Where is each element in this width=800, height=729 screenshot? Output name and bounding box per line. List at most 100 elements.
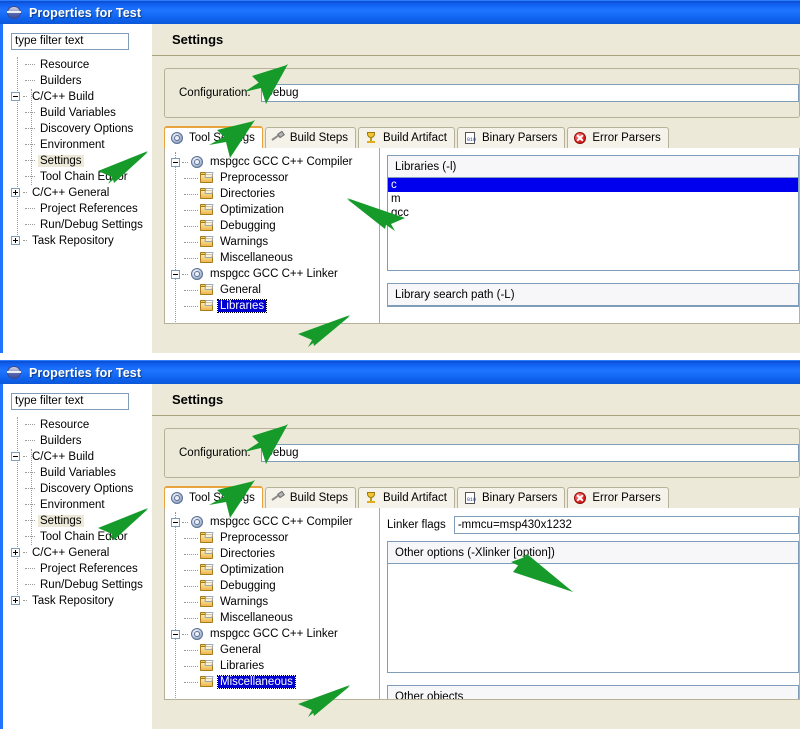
tab-build-artifact[interactable]: Build Artifact <box>358 487 455 508</box>
sidebar-item-c-c-build[interactable]: C/C++ Build <box>11 449 152 465</box>
title-bar[interactable]: Properties for Test <box>0 0 800 24</box>
tool-tree-warnings[interactable]: Warnings <box>171 234 379 250</box>
settings-sidebar: Resource Builders C/C++ Build Build Variabl… <box>0 384 152 729</box>
collapse-icon[interactable] <box>171 269 180 279</box>
tree-connector <box>23 96 27 97</box>
tab-error-parsers[interactable]: Error Parsers <box>567 127 669 148</box>
sidebar-item-c-c-build[interactable]: C/C++ Build <box>11 89 152 105</box>
tool-tree-mspgcc-gcc-c-compiler[interactable]: mspgcc GCC C++ Compiler <box>171 514 379 530</box>
tool-settings-tab-panel: mspgcc GCC C++ Compiler Preprocessor Direc… <box>164 508 800 700</box>
tool-tree-warnings[interactable]: Warnings <box>171 594 379 610</box>
tab-tool-settings[interactable]: Tool Settings <box>164 486 263 508</box>
sidebar-item-environment[interactable]: Environment <box>11 137 152 153</box>
tool-tree-miscellaneous[interactable]: Miscellaneous <box>171 610 379 626</box>
sidebar-item-settings[interactable]: Settings <box>11 513 152 529</box>
collapse-icon[interactable] <box>11 92 20 101</box>
tab-binary-parsers[interactable]: 010 Binary Parsers <box>456 487 566 508</box>
tool-tree-debugging[interactable]: Debugging <box>171 218 379 234</box>
configuration-input[interactable] <box>260 84 799 102</box>
sidebar-item-c-c-general[interactable]: C/C++ General <box>11 185 152 201</box>
tool-tree-libraries[interactable]: Libraries <box>171 658 379 674</box>
hammer-icon <box>271 490 285 505</box>
tab-label: Binary Parsers <box>481 132 558 144</box>
sidebar-item-label: Task Repository <box>32 594 114 607</box>
tool-tree-debugging[interactable]: Debugging <box>171 578 379 594</box>
collapse-icon[interactable] <box>171 517 180 527</box>
tool-tree-mspgcc-gcc-c-linker[interactable]: mspgcc GCC C++ Linker <box>171 266 379 282</box>
tree-connector <box>25 128 35 129</box>
sidebar-item-discovery-options[interactable]: Discovery Options <box>11 481 152 497</box>
sidebar-item-task-repository[interactable]: Task Repository <box>11 233 152 249</box>
tool-tree-directories[interactable]: Directories <box>171 546 379 562</box>
sidebar-item-label: Resource <box>40 418 90 431</box>
filter-input[interactable] <box>11 32 129 50</box>
tool-tree-mspgcc-gcc-c-compiler[interactable]: mspgcc GCC C++ Compiler <box>171 154 379 170</box>
tab-tool-settings[interactable]: Tool Settings <box>164 126 263 148</box>
sidebar-item-resource[interactable]: Resource <box>11 417 152 433</box>
tool-tree-preprocessor[interactable]: Preprocessor <box>171 170 379 186</box>
sidebar-item-resource[interactable]: Resource <box>11 57 152 73</box>
tool-tree-general[interactable]: General <box>171 282 379 298</box>
other-options-header: Other options (-Xlinker [option]) <box>388 542 798 564</box>
gear-icon <box>190 515 204 529</box>
library-item-c[interactable]: c <box>388 178 798 192</box>
tab-build-steps[interactable]: Build Steps <box>264 487 357 508</box>
tool-tree-mspgcc-gcc-c-linker[interactable]: mspgcc GCC C++ Linker <box>171 626 379 642</box>
expand-icon[interactable] <box>11 596 20 605</box>
linker-flags-input[interactable] <box>453 516 799 534</box>
tool-tree-optimization[interactable]: Optimization <box>171 202 379 218</box>
tool-tree-label: Libraries <box>220 660 265 672</box>
collapse-icon[interactable] <box>171 157 180 167</box>
sidebar-item-label: Environment <box>40 498 105 511</box>
library-item-gcc[interactable]: gcc <box>388 206 798 220</box>
sidebar-item-label: C/C++ Build <box>32 90 95 103</box>
tree-connector <box>25 504 35 505</box>
tab-error-parsers[interactable]: Error Parsers <box>567 487 669 508</box>
collapse-icon[interactable] <box>11 452 20 461</box>
sidebar-item-c-c-general[interactable]: C/C++ General <box>11 545 152 561</box>
sidebar-item-builders[interactable]: Builders <box>11 73 152 89</box>
sidebar-item-project-references[interactable]: Project References <box>11 561 152 577</box>
tree-connector <box>25 224 35 225</box>
expand-icon[interactable] <box>11 548 20 557</box>
sidebar-item-discovery-options[interactable]: Discovery Options <box>11 121 152 137</box>
filter-input[interactable] <box>11 392 129 410</box>
configuration-input[interactable] <box>260 444 799 462</box>
tool-tree-miscellaneous[interactable]: Miscellaneous <box>171 250 379 266</box>
expand-icon[interactable] <box>11 236 20 245</box>
tool-tree-directories[interactable]: Directories <box>171 186 379 202</box>
tool-tree-optimization[interactable]: Optimization <box>171 562 379 578</box>
title-bar[interactable]: Properties for Test <box>0 360 800 384</box>
linker-libraries-options: Libraries (-l) c m gcc Library search path… <box>380 148 799 323</box>
library-item-m[interactable]: m <box>388 192 798 206</box>
tab-build-steps[interactable]: Build Steps <box>264 127 357 148</box>
tool-tree-label: Optimization <box>220 564 284 576</box>
sidebar-item-builders[interactable]: Builders <box>11 433 152 449</box>
sidebar-item-task-repository[interactable]: Task Repository <box>11 593 152 609</box>
sidebar-item-tool-chain-editor[interactable]: Tool Chain Editor <box>11 169 152 185</box>
tool-tree-general[interactable]: General <box>171 642 379 658</box>
tool-tree-label: Warnings <box>220 596 269 608</box>
sidebar-item-environment[interactable]: Environment <box>11 497 152 513</box>
sidebar-item-run-debug-settings[interactable]: Run/Debug Settings <box>11 577 152 593</box>
libraries-list[interactable]: c m gcc <box>388 178 798 270</box>
sidebar-item-tool-chain-editor[interactable]: Tool Chain Editor <box>11 529 152 545</box>
sidebar-item-label: C/C++ General <box>32 186 110 199</box>
collapse-icon[interactable] <box>171 629 180 639</box>
sidebar-item-project-references[interactable]: Project References <box>11 201 152 217</box>
sidebar-item-label: Environment <box>40 138 105 151</box>
tool-tree-preprocessor[interactable]: Preprocessor <box>171 530 379 546</box>
globe-icon <box>7 5 22 20</box>
sidebar-item-settings[interactable]: Settings <box>11 153 152 169</box>
sidebar-item-label: Build Variables <box>40 106 116 119</box>
sidebar-item-build-variables[interactable]: Build Variables <box>11 105 152 121</box>
other-options-list[interactable] <box>388 564 798 672</box>
sidebar-item-run-debug-settings[interactable]: Run/Debug Settings <box>11 217 152 233</box>
tab-build-artifact[interactable]: Build Artifact <box>358 127 455 148</box>
tool-tree-label: Miscellaneous <box>217 675 296 689</box>
tool-tree-miscellaneous[interactable]: Miscellaneous <box>171 674 379 690</box>
sidebar-item-build-variables[interactable]: Build Variables <box>11 465 152 481</box>
tool-tree-libraries[interactable]: Libraries <box>171 298 379 314</box>
expand-icon[interactable] <box>11 188 20 197</box>
tab-binary-parsers[interactable]: 010 Binary Parsers <box>456 127 566 148</box>
